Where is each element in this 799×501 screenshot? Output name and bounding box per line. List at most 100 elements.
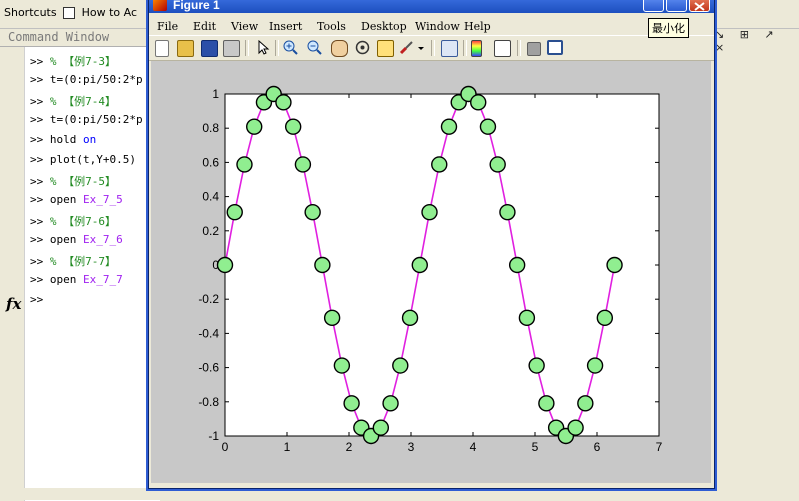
data-point-marker	[586, 357, 604, 374]
shortcuts-label[interactable]: Shortcuts	[4, 6, 57, 19]
command-filename: Ex_7_6	[83, 233, 123, 246]
brush-dropdown-icon[interactable]	[417, 40, 425, 55]
zoom-in-icon[interactable]	[283, 40, 298, 55]
toolbar-separator	[517, 40, 521, 56]
command-comment: % 【例7-5】	[49, 175, 116, 188]
command-text: t=(0:pi/50:2*p	[49, 73, 143, 86]
new-figure-icon[interactable]	[155, 40, 169, 57]
menu-help[interactable]: Help	[464, 20, 491, 33]
shortcuts-bar[interactable]: Shortcuts How to Ac	[4, 6, 137, 19]
y-tick-label: -1	[208, 429, 219, 443]
command-prompt: >>	[30, 193, 50, 206]
command-comment: % 【例7-3】	[49, 55, 116, 68]
menu-edit[interactable]: Edit	[193, 20, 216, 33]
data-point-marker	[216, 256, 234, 274]
data-point-marker	[372, 419, 390, 436]
colorbar-icon[interactable]	[471, 40, 482, 57]
command-text: open	[49, 193, 83, 206]
howto-label[interactable]: How to Ac	[82, 6, 137, 19]
menu-desktop[interactable]: Desktop	[361, 20, 407, 33]
data-point-marker	[499, 203, 516, 221]
x-tick-label: 0	[222, 440, 229, 454]
command-window-title: Command Window	[8, 30, 110, 44]
command-prompt: >>	[30, 293, 44, 306]
y-tick-label: 0.4	[202, 190, 219, 204]
hide-plot-tools-icon[interactable]	[527, 42, 541, 56]
data-point-marker	[508, 256, 526, 274]
data-cursor-icon[interactable]	[377, 40, 394, 57]
data-point-marker	[304, 203, 321, 221]
data-point-marker	[382, 395, 399, 412]
command-text: open	[49, 273, 83, 286]
menu-insert[interactable]: Insert	[269, 20, 302, 33]
toolbar-separator	[275, 40, 279, 56]
command-line: >> % 【例7-5】	[30, 173, 116, 189]
menu-view[interactable]: View	[231, 20, 258, 33]
x-tick-label: 4	[470, 440, 477, 454]
data-point-marker	[401, 309, 419, 327]
menu-file[interactable]: File	[157, 20, 178, 33]
data-point-marker	[421, 203, 438, 221]
figure-toolbar	[149, 35, 714, 61]
data-point-marker	[284, 118, 302, 135]
axes-box	[224, 93, 660, 437]
data-point-marker	[440, 118, 458, 135]
sine-plot[interactable]: 0 1 2 3 4 5 6 7-1-0.8-0.6-0.4-0.200.20.40.60.81	[151, 61, 711, 483]
y-tick-label: 0.8	[202, 121, 219, 135]
open-file-icon[interactable]	[177, 40, 194, 57]
data-point-marker	[275, 94, 292, 111]
pan-hand-icon[interactable]	[331, 40, 348, 57]
rotate-3d-icon[interactable]	[355, 40, 370, 55]
data-point-marker	[538, 395, 555, 412]
command-prompt: >>	[30, 133, 50, 146]
figure-canvas[interactable]: 0 1 2 3 4 5 6 7 -1 -0.8 -0.6 -0.4 -0.2 0 0.2 0.4 0.6 0.8 1	[151, 61, 711, 483]
command-line: >> open Ex_7_7	[30, 273, 123, 286]
data-point-marker	[323, 309, 341, 327]
command-window[interactable]: >> % 【例7-3】 >> t=(0:pi/50:2*p >> % 【例7-4】 >…	[0, 46, 160, 501]
command-comment: % 【例7-6】	[49, 215, 116, 228]
print-icon[interactable]	[223, 40, 240, 57]
link-plot-icon[interactable]	[441, 40, 458, 57]
zoom-out-icon[interactable]	[307, 40, 322, 55]
save-icon[interactable]	[201, 40, 218, 57]
data-point-marker	[314, 256, 331, 274]
command-prompt: >>	[30, 113, 50, 126]
data-point-marker	[333, 357, 351, 374]
command-prompt: >>	[30, 73, 50, 86]
command-text: open	[49, 233, 83, 246]
edit-plot-arrow-icon[interactable]	[255, 39, 270, 55]
maximize-button[interactable]	[666, 0, 687, 12]
data-point-marker	[392, 357, 409, 374]
figure-menubar: File Edit View Insert Tools Desktop Wind…	[149, 17, 714, 35]
y-tick-label: -0.8	[198, 395, 219, 409]
command-prompt: >>	[30, 153, 50, 166]
close-button[interactable]	[689, 0, 710, 12]
y-tick-label: 0.2	[202, 224, 219, 238]
figure-titlebar[interactable]: Figure 1	[149, 0, 714, 13]
minimize-button[interactable]	[643, 0, 664, 12]
data-point-marker	[226, 203, 243, 221]
data-point-marker	[596, 309, 614, 327]
data-point-marker	[518, 309, 536, 327]
fx-icon[interactable]: fx	[6, 295, 21, 313]
brush-icon[interactable]	[399, 40, 414, 55]
menu-window[interactable]: Window	[415, 20, 460, 33]
figure-window[interactable]: Figure 1 File Edit View Insert Tools Des…	[148, 0, 715, 489]
command-prompt: >>	[30, 273, 50, 286]
data-point-marker	[343, 395, 360, 412]
y-tick-label: -0.4	[198, 326, 219, 340]
window-dock-icons[interactable]: ↘ ⊞ ↗ ×	[715, 28, 799, 54]
data-point-marker	[489, 156, 506, 173]
legend-icon[interactable]	[494, 40, 511, 57]
x-tick-label: 6	[594, 440, 601, 454]
command-text: plot(t,Y+0.5)	[49, 153, 136, 166]
x-tick-label: 3	[408, 440, 415, 454]
data-point-marker	[411, 256, 428, 274]
show-plot-tools-icon[interactable]	[547, 40, 563, 55]
minimize-tooltip: 最小化	[648, 18, 689, 38]
command-prompt: >>	[30, 175, 50, 188]
command-prompt: >>	[30, 55, 50, 68]
menu-tools[interactable]: Tools	[317, 20, 346, 33]
plot-axes	[224, 93, 660, 437]
command-filename: Ex_7_5	[83, 193, 123, 206]
